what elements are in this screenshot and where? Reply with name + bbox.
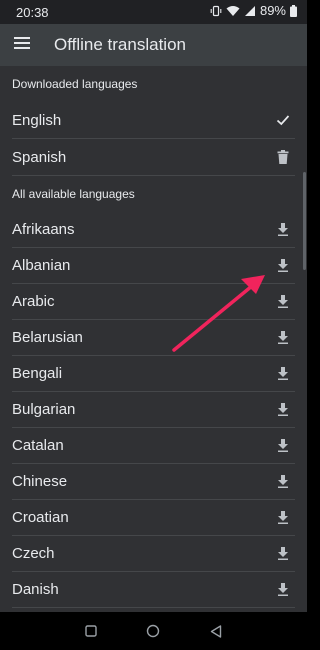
menu-button[interactable] [11, 34, 33, 56]
home-icon[interactable] [145, 623, 161, 639]
recents-icon[interactable] [83, 623, 99, 639]
download-icon[interactable] [275, 221, 291, 237]
download-icon[interactable] [275, 365, 291, 381]
language-row-belarusian[interactable]: Belarusian [12, 320, 295, 356]
language-list: Downloaded languages English Spanish All… [0, 66, 307, 612]
back-icon[interactable] [208, 623, 224, 639]
language-label: Bengali [12, 365, 63, 382]
app-bar: Offline translation [0, 24, 307, 66]
language-row-croatian[interactable]: Croatian [12, 500, 295, 536]
available-section: All available languages Afrikaans Albani… [0, 176, 307, 608]
download-icon[interactable] [275, 545, 291, 561]
check-icon [275, 112, 291, 128]
download-icon[interactable] [275, 437, 291, 453]
signal-icon [244, 5, 256, 17]
language-row-czech[interactable]: Czech [12, 536, 295, 572]
download-icon[interactable] [275, 401, 291, 417]
language-row-english[interactable]: English [12, 102, 295, 139]
language-label: Albanian [12, 257, 71, 274]
language-label: Catalan [12, 437, 64, 454]
wifi-icon [226, 5, 240, 17]
language-label: Arabic [12, 293, 55, 310]
available-languages-header: All available languages [12, 187, 135, 201]
language-label: Czech [12, 545, 55, 562]
language-label: Chinese [12, 473, 68, 490]
download-icon[interactable] [275, 257, 291, 273]
language-row-arabic[interactable]: Arabic [12, 284, 295, 320]
vibrate-icon [210, 5, 222, 17]
download-icon[interactable] [275, 329, 291, 345]
language-row-spanish[interactable]: Spanish [12, 139, 295, 176]
language-row-chinese[interactable]: Chinese [12, 464, 295, 500]
battery-icon [290, 4, 297, 17]
language-label: English [12, 112, 62, 129]
download-icon[interactable] [275, 293, 291, 309]
trash-icon[interactable] [275, 149, 291, 165]
download-icon[interactable] [275, 509, 291, 525]
status-icons: 89% [210, 3, 297, 18]
downloaded-languages-header: Downloaded languages [12, 77, 138, 91]
language-label: Spanish [12, 149, 67, 166]
language-row-bengali[interactable]: Bengali [12, 356, 295, 392]
navigation-bar [0, 612, 307, 650]
language-label: Afrikaans [12, 221, 75, 238]
menu-icon [14, 36, 30, 54]
status-time: 20:38 [16, 5, 49, 20]
language-label: Bulgarian [12, 401, 76, 418]
language-row-bulgarian[interactable]: Bulgarian [12, 392, 295, 428]
language-row-danish[interactable]: Danish [12, 572, 295, 608]
page-title: Offline translation [54, 35, 186, 54]
language-label: Danish [12, 581, 59, 598]
language-row-catalan[interactable]: Catalan [12, 428, 295, 464]
screen: 20:38 89% Offline translation Downloaded… [0, 0, 307, 650]
language-label: Croatian [12, 509, 69, 526]
language-row-albanian[interactable]: Albanian [12, 248, 295, 284]
battery-percentage: 89% [259, 3, 286, 18]
download-icon[interactable] [275, 473, 291, 489]
downloaded-section: Downloaded languages English Spanish [0, 66, 307, 176]
scrollbar[interactable] [303, 172, 306, 270]
status-bar: 20:38 89% [0, 0, 307, 24]
language-row-afrikaans[interactable]: Afrikaans [12, 212, 295, 248]
language-label: Belarusian [12, 329, 83, 346]
download-icon[interactable] [275, 581, 291, 597]
